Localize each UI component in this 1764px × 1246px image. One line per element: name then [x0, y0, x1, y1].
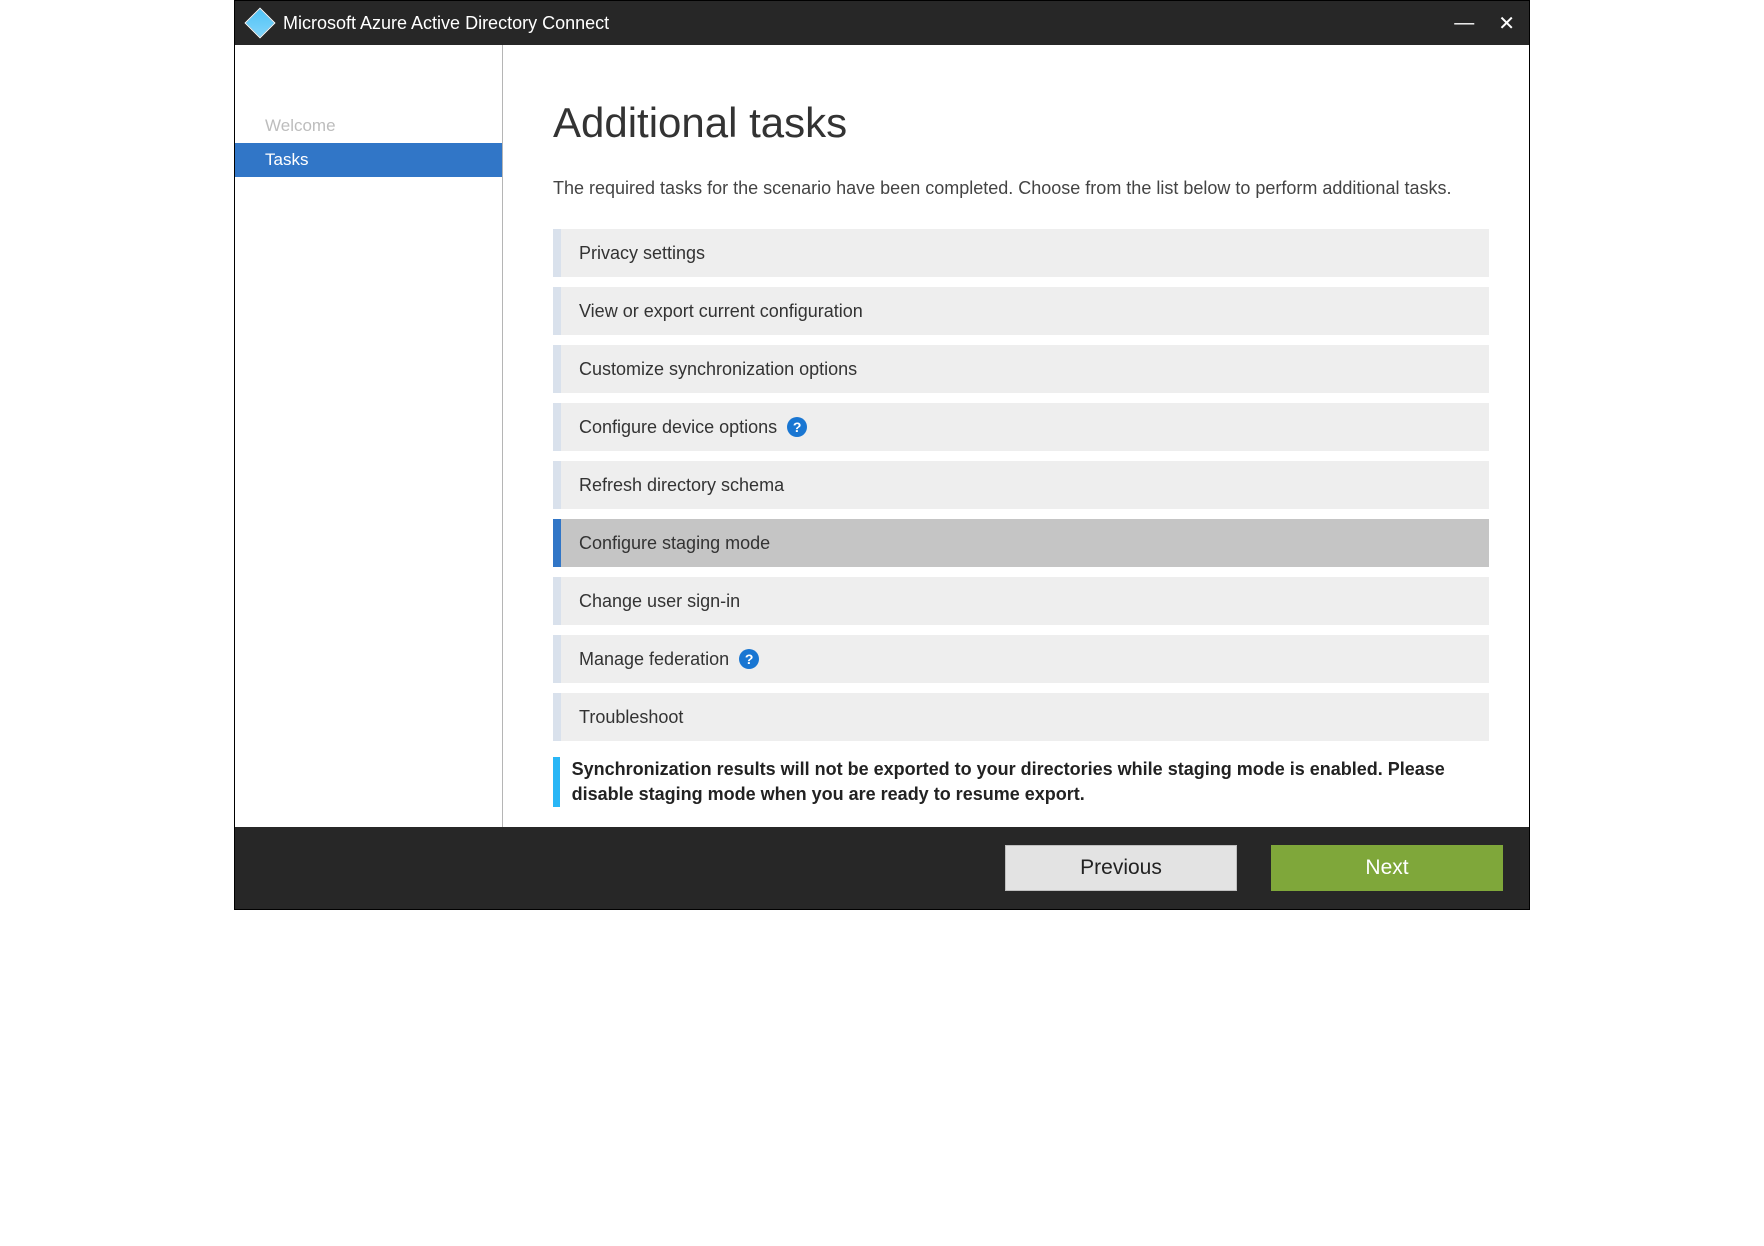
sidebar-item-tasks[interactable]: Tasks [235, 143, 502, 177]
window: Microsoft Azure Active Directory Connect… [234, 0, 1530, 910]
task-customize-sync[interactable]: Customize synchronization options [553, 345, 1489, 393]
sidebar: Welcome Tasks [235, 45, 503, 827]
sidebar-item-welcome[interactable]: Welcome [235, 109, 502, 143]
task-label: Customize synchronization options [579, 359, 857, 380]
task-label: Configure device options [579, 417, 777, 438]
task-manage-federation[interactable]: Manage federation ? [553, 635, 1489, 683]
help-icon[interactable]: ? [739, 649, 759, 669]
task-change-signin[interactable]: Change user sign-in [553, 577, 1489, 625]
task-view-export-config[interactable]: View or export current configuration [553, 287, 1489, 335]
task-refresh-schema[interactable]: Refresh directory schema [553, 461, 1489, 509]
task-label: Refresh directory schema [579, 475, 784, 496]
sidebar-item-label: Welcome [265, 116, 336, 136]
window-controls: — ✕ [1454, 1, 1515, 45]
task-list: Privacy settings View or export current … [553, 229, 1489, 741]
task-label: Privacy settings [579, 243, 705, 264]
task-troubleshoot[interactable]: Troubleshoot [553, 693, 1489, 741]
task-accent-bar [553, 635, 561, 683]
footer: Previous Next [235, 827, 1529, 909]
sidebar-item-label: Tasks [265, 150, 308, 170]
task-configure-device[interactable]: Configure device options ? [553, 403, 1489, 451]
task-privacy-settings[interactable]: Privacy settings [553, 229, 1489, 277]
titlebar: Microsoft Azure Active Directory Connect… [235, 1, 1529, 45]
task-accent-bar [553, 345, 561, 393]
notice-text: Synchronization results will not be expo… [572, 757, 1489, 807]
task-label: View or export current configuration [579, 301, 863, 322]
task-label: Change user sign-in [579, 591, 740, 612]
body: Welcome Tasks Additional tasks The requi… [235, 45, 1529, 827]
page-subtitle: The required tasks for the scenario have… [553, 175, 1489, 201]
window-title: Microsoft Azure Active Directory Connect [283, 13, 609, 34]
task-label: Troubleshoot [579, 707, 683, 728]
task-accent-bar [553, 287, 561, 335]
task-configure-staging[interactable]: Configure staging mode [553, 519, 1489, 567]
task-accent-bar [553, 577, 561, 625]
app-icon [244, 7, 275, 38]
task-accent-bar [553, 403, 561, 451]
previous-button[interactable]: Previous [1005, 845, 1237, 891]
task-accent-bar [553, 519, 561, 567]
task-label: Configure staging mode [579, 533, 770, 554]
staging-notice: Synchronization results will not be expo… [553, 757, 1489, 807]
minimize-icon[interactable]: — [1454, 12, 1474, 35]
notice-accent-bar [553, 757, 560, 807]
main-panel: Additional tasks The required tasks for … [503, 45, 1529, 827]
task-accent-bar [553, 461, 561, 509]
close-icon[interactable]: ✕ [1498, 11, 1515, 36]
task-label: Manage federation [579, 649, 729, 670]
task-accent-bar [553, 229, 561, 277]
help-icon[interactable]: ? [787, 417, 807, 437]
page-title: Additional tasks [553, 99, 1489, 147]
next-button[interactable]: Next [1271, 845, 1503, 891]
task-accent-bar [553, 693, 561, 741]
